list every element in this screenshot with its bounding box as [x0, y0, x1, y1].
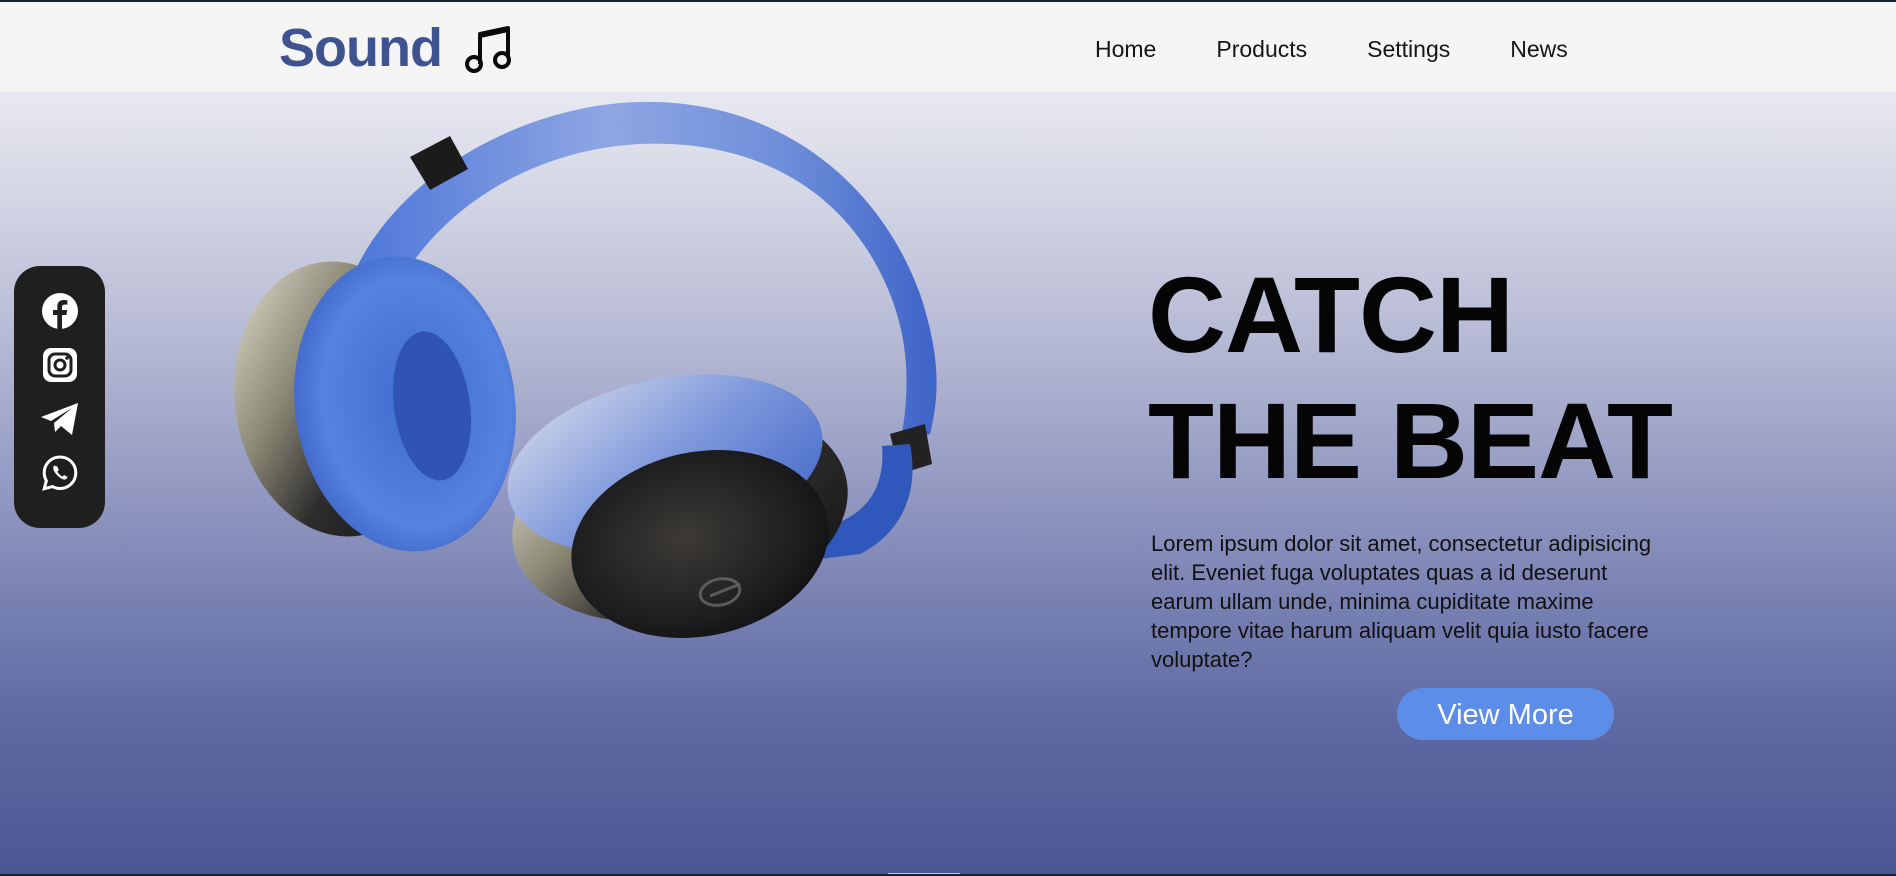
nav-news[interactable]: News — [1510, 35, 1568, 63]
logo[interactable]: Sound — [279, 18, 516, 78]
facebook-icon[interactable] — [40, 292, 80, 329]
brand-name: Sound — [279, 18, 443, 78]
social-sidebar — [14, 266, 105, 528]
nav-products[interactable]: Products — [1216, 35, 1307, 63]
headphones-image — [234, 101, 937, 638]
nav-settings[interactable]: Settings — [1367, 35, 1450, 63]
hero-title-line-2: THE BEAT — [1148, 380, 1673, 501]
hero-description: Lorem ipsum dolor sit amet, consectetur … — [1151, 531, 1652, 672]
hero-title-line-1: CATCH — [1148, 254, 1514, 375]
landing-page: Sound Home Products Settings News CATCH … — [0, 0, 1896, 876]
hero-title: CATCH THE BEAT — [1148, 252, 1673, 504]
whatsapp-icon[interactable] — [40, 454, 80, 491]
navbar: Sound Home Products Settings News — [0, 2, 1896, 92]
nav-home[interactable]: Home — [1095, 35, 1156, 63]
instagram-icon[interactable] — [40, 346, 80, 383]
telegram-icon[interactable] — [40, 400, 80, 437]
view-more-button[interactable]: View More — [1397, 688, 1614, 740]
music-note-icon — [464, 26, 511, 73]
nav-links: Home Products Settings News — [1095, 35, 1568, 63]
